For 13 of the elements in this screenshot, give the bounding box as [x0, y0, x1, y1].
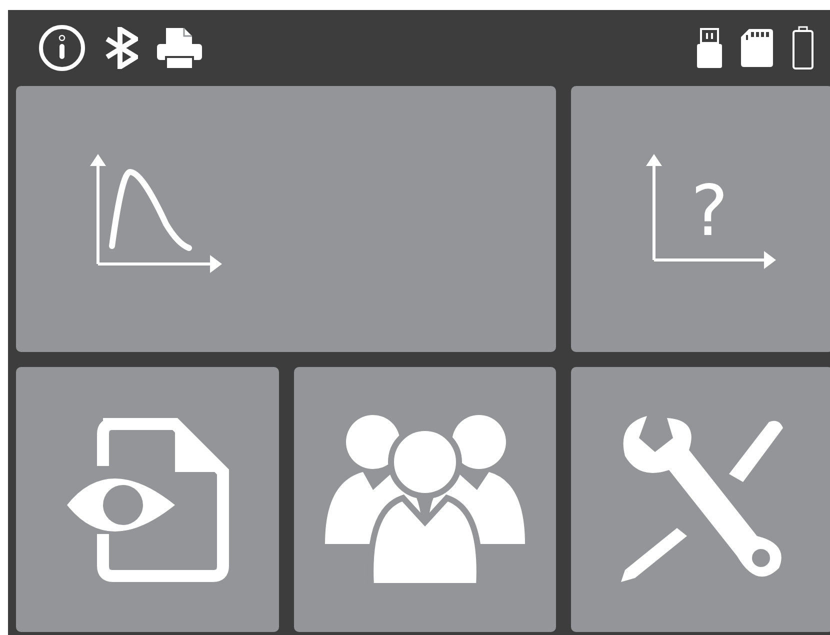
menu-tile[interactable]: [294, 367, 556, 632]
sd-card-icon[interactable]: [741, 29, 773, 67]
document-eye-icon: [65, 416, 230, 584]
battery-icon[interactable]: [792, 26, 814, 70]
users-icon: [323, 414, 527, 586]
menu-tile[interactable]: ?: [571, 86, 830, 352]
printer-icon[interactable]: [157, 27, 202, 69]
bluetooth-icon[interactable]: [105, 27, 138, 69]
info-icon[interactable]: [38, 24, 86, 72]
menu-tile[interactable]: [571, 367, 830, 632]
menu-tile[interactable]: [16, 86, 556, 352]
menu-tile[interactable]: [16, 367, 279, 632]
usb-stick-icon[interactable]: [697, 28, 722, 68]
